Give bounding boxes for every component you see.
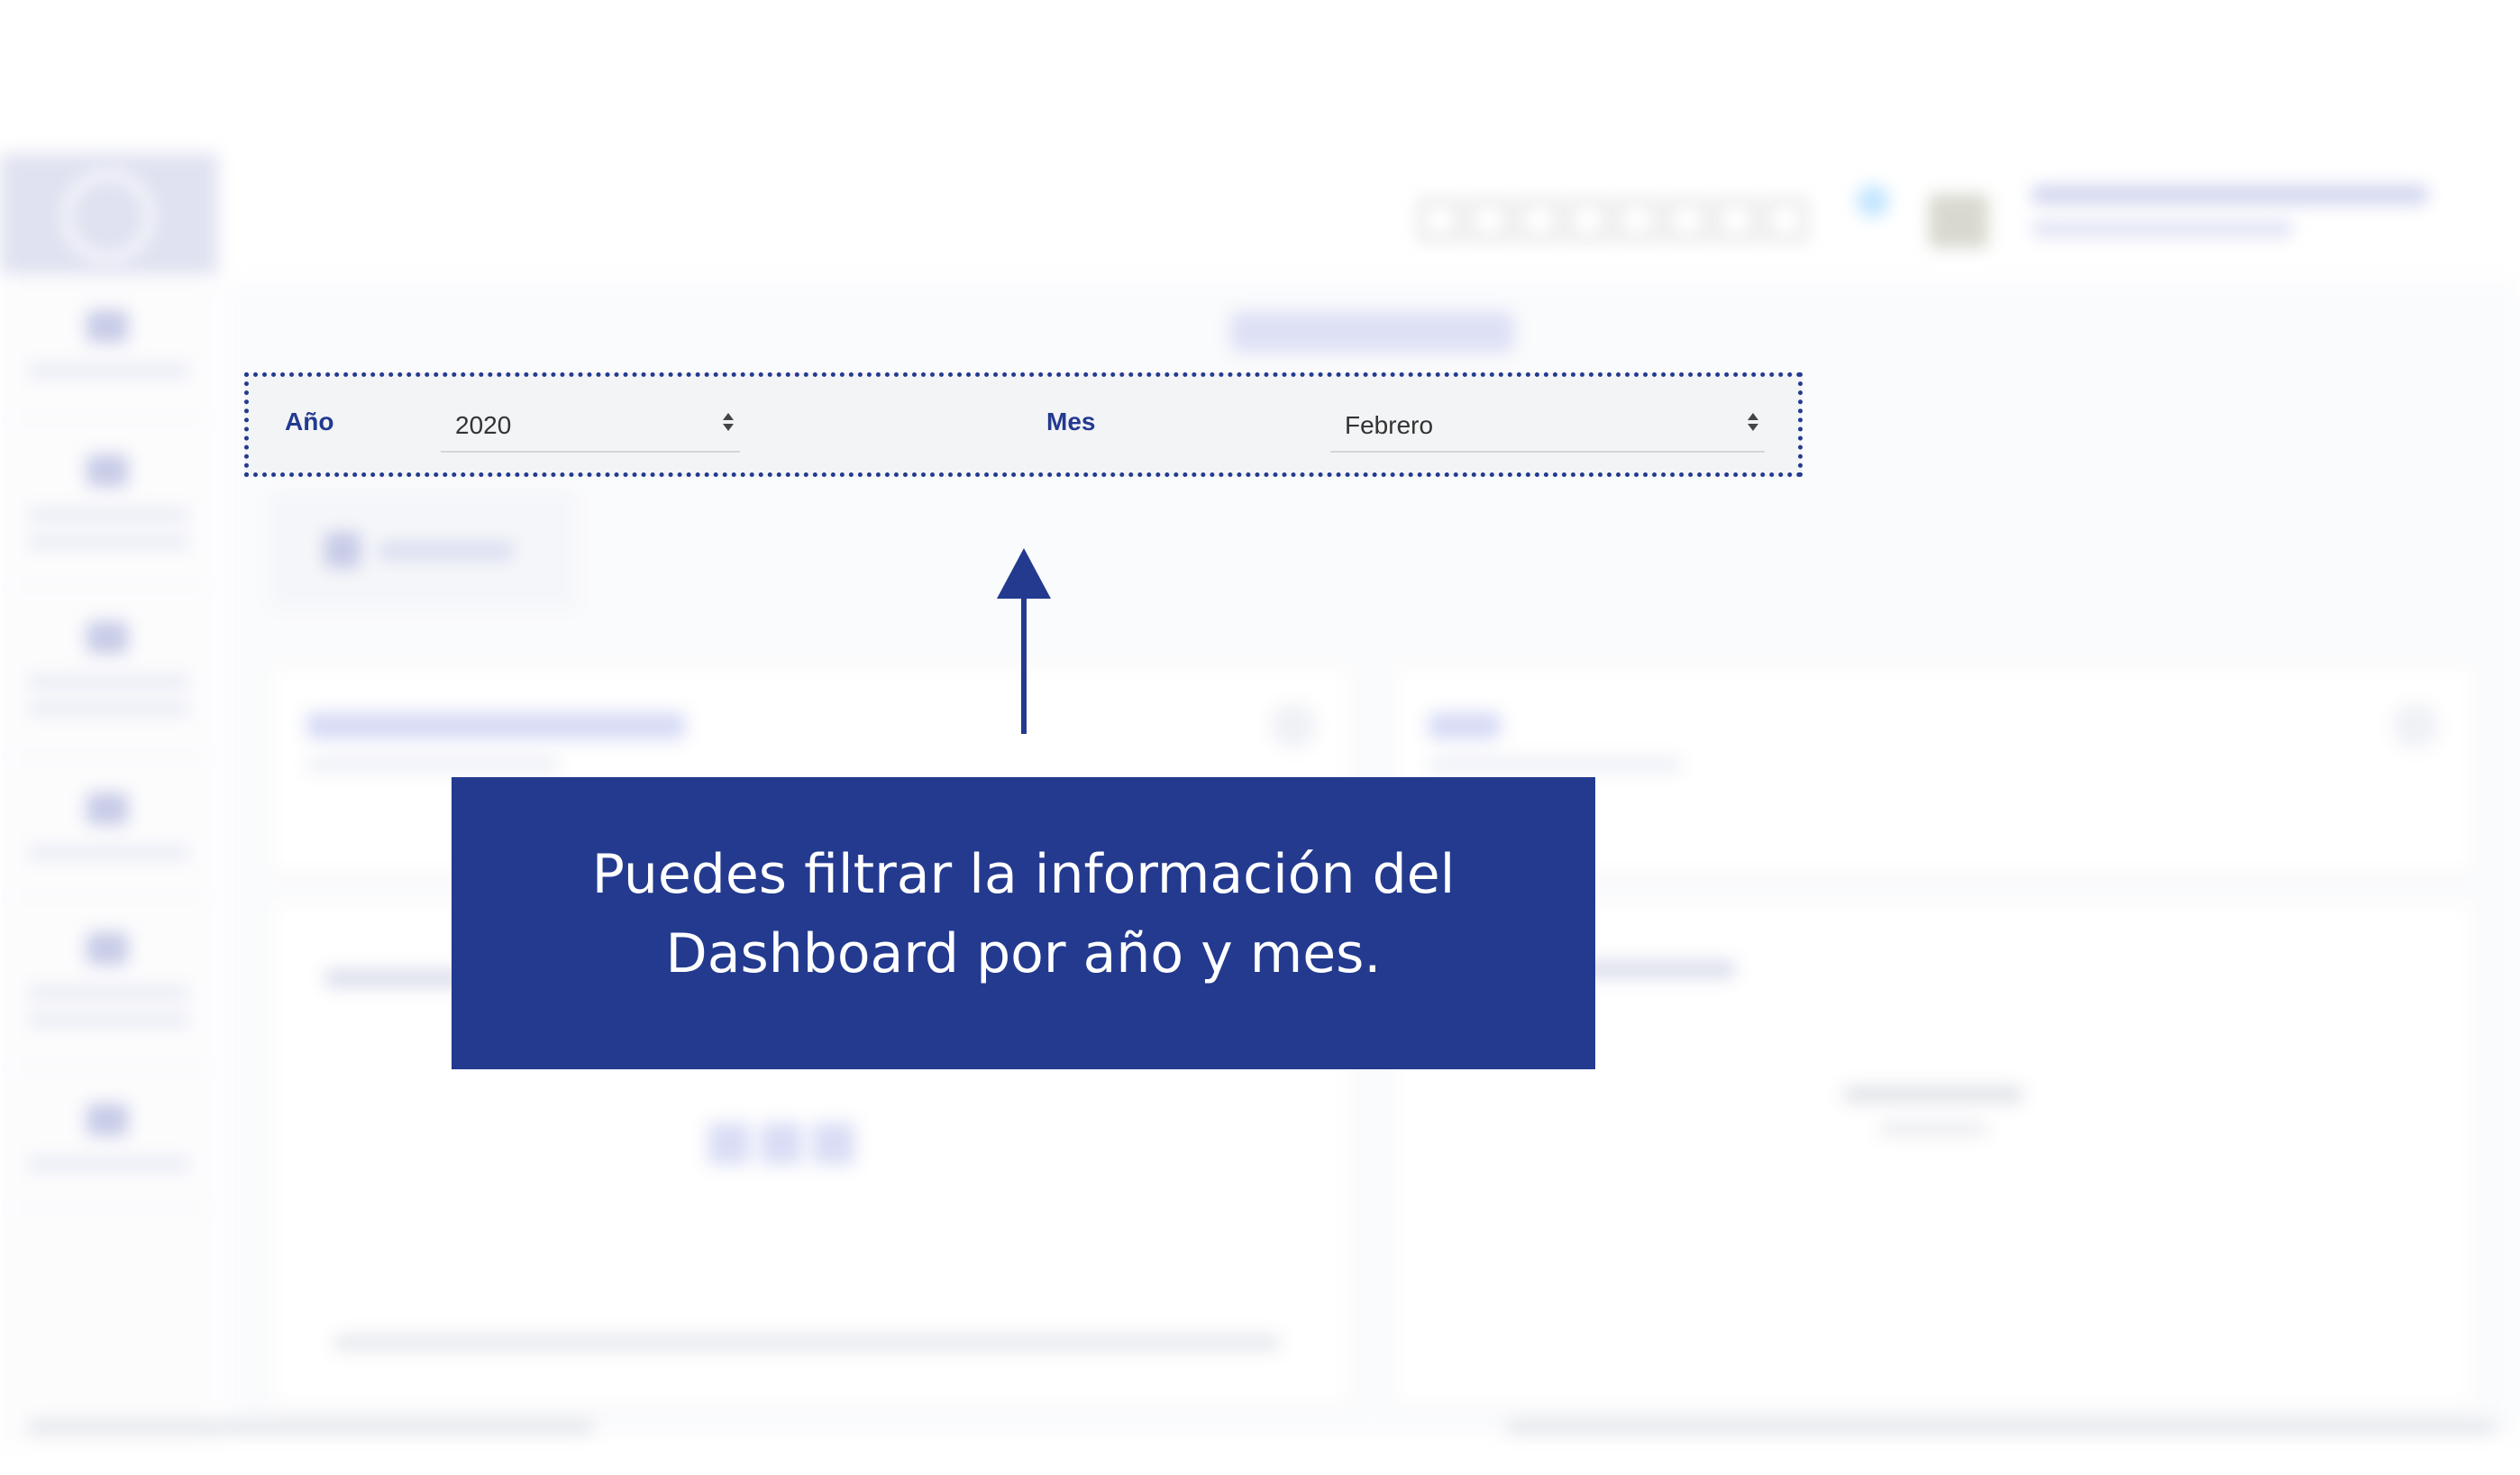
sidebar-item-label — [27, 536, 189, 548]
year-select-value: 2020 — [455, 411, 512, 439]
metric-value: ■■■ — [703, 1092, 860, 1188]
sidebar-item-label — [27, 1158, 189, 1170]
sidebar-item-label — [27, 1013, 189, 1026]
sidebar-item-icon — [87, 454, 128, 487]
tab-facebook — [270, 491, 577, 609]
sidebar-item-label — [27, 986, 189, 999]
card-subtitle — [1429, 757, 1681, 772]
callout-text: Puedes filtrar la información del Dashbo… — [452, 835, 1595, 994]
sidebar-item-icon — [87, 932, 128, 965]
year-label: Año — [285, 408, 334, 435]
card-row — [1843, 1086, 2023, 1103]
sidebar-item-label — [27, 675, 189, 688]
blurred-dashboard-background: □□□□□□□□ ■■■ — [0, 0, 2520, 1475]
sidebar-item-label — [27, 508, 189, 521]
card-subtitle — [306, 757, 559, 772]
select-arrows-icon — [1748, 413, 1758, 431]
facebook-icon — [324, 532, 361, 568]
year-select[interactable]: 2020 — [441, 402, 740, 453]
callout-line-1: Puedes filtrar la información del — [591, 843, 1456, 906]
period-title — [1230, 311, 1514, 353]
footer-copyright — [27, 1420, 595, 1434]
sidebar-item — [0, 418, 218, 587]
sidebar-item — [0, 896, 218, 1069]
sidebar-item-label — [27, 702, 189, 715]
sidebar — [0, 274, 218, 1446]
sidebar-item-icon — [87, 1104, 128, 1136]
sidebar-logo — [0, 153, 218, 274]
sidebar-item-icon — [87, 310, 128, 343]
user-name — [2032, 185, 2428, 205]
notification-icon — [1857, 185, 1889, 217]
info-icon — [1271, 703, 1316, 748]
arrow-up-icon — [997, 548, 1051, 734]
user-subtitle — [2032, 221, 2293, 237]
info-icon — [2393, 703, 2438, 748]
sidebar-item-icon — [87, 792, 128, 825]
card-row — [333, 1334, 1280, 1351]
month-label: Mes — [1046, 408, 1096, 435]
logo-icon — [63, 171, 153, 261]
sidebar-item-label — [27, 364, 189, 377]
card-row — [1879, 1122, 1987, 1135]
month-select-value: Febrero — [1345, 411, 1434, 439]
sidebar-item-icon — [87, 621, 128, 654]
sidebar-item — [0, 1067, 218, 1209]
page: □□□□□□□□ ■■■ Año 2020 Mes Febrero Puedes… — [0, 0, 2520, 1475]
callout-line-2: Dashboard por año y mes. — [665, 922, 1382, 985]
sidebar-item — [0, 585, 218, 758]
dashboard-filter-bar: Año 2020 Mes Febrero — [244, 372, 1803, 477]
tutorial-callout: Puedes filtrar la información del Dashbo… — [452, 777, 1595, 1069]
sidebar-item-label — [27, 847, 189, 859]
brand-logo: □□□□□□□□ — [1415, 185, 1811, 246]
month-select[interactable]: Febrero — [1330, 402, 1765, 453]
footer-links — [1505, 1420, 2497, 1434]
card-title — [306, 712, 685, 739]
select-arrows-icon — [723, 413, 734, 431]
tab-label — [379, 541, 514, 561]
sidebar-item — [0, 756, 218, 898]
avatar — [1929, 194, 1988, 248]
sidebar-item — [0, 274, 218, 420]
card-title — [1429, 712, 1501, 739]
